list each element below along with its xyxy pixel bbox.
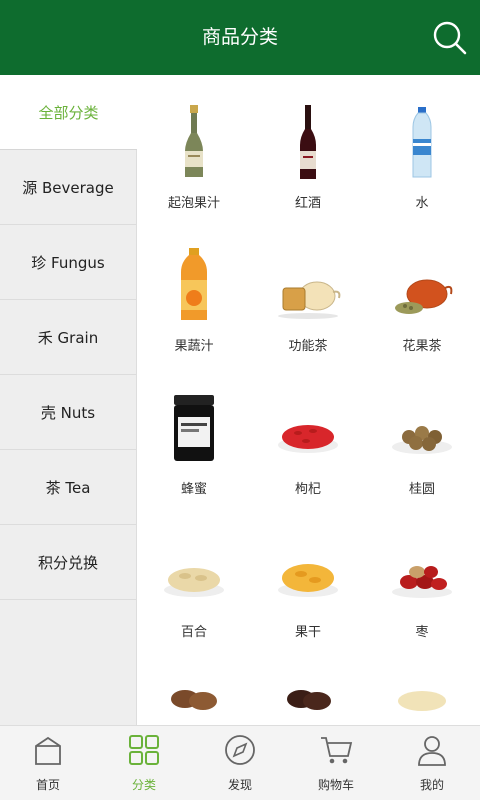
tab-label: 分类 — [131, 778, 156, 792]
sidebar-item-nuts[interactable]: 壳 Nuts — [0, 375, 136, 450]
product-fungus-partial[interactable] — [251, 675, 365, 725]
product-dates[interactable]: 枣 — [365, 532, 479, 675]
product-white-fungus-partial[interactable] — [365, 675, 479, 725]
tab-label: 发现 — [227, 778, 252, 792]
product-lily[interactable]: 百合 — [137, 532, 251, 675]
home-icon — [35, 736, 61, 765]
tab-category[interactable]: 分类 — [96, 726, 192, 800]
sparkling-juice-bottle-icon — [185, 105, 203, 177]
tab-label: 首页 — [35, 778, 60, 792]
product-grid-area: 起泡果汁 红酒 水 果蔬汁 功能茶 花果茶 蜂蜜 枸杞 桂圆 百合 果干 枣 — [137, 75, 480, 725]
product-longan[interactable]: 桂圆 — [365, 389, 479, 532]
compass-icon — [225, 735, 255, 765]
mushroom-icon — [171, 690, 217, 710]
product-label: 起泡果汁 — [167, 196, 220, 211]
product-red-wine[interactable]: 红酒 — [251, 103, 365, 246]
product-label: 百合 — [180, 625, 207, 640]
tab-profile[interactable]: 我的 — [384, 726, 480, 800]
sidebar-item-label: 壳 Nuts — [40, 403, 96, 422]
product-label: 花果茶 — [402, 339, 442, 354]
tab-label: 购物车 — [317, 778, 354, 792]
juice-bottle-icon — [181, 248, 207, 320]
tab-home[interactable]: 首页 — [0, 726, 96, 800]
sidebar-item-points[interactable]: 积分兑换 — [0, 525, 136, 600]
product-honey[interactable]: 蜂蜜 — [137, 389, 251, 532]
tab-cart[interactable]: 购物车 — [288, 726, 384, 800]
category-sidebar: 全部分类 源 Beverage 珍 Fungus 禾 Grain 壳 Nuts … — [0, 75, 137, 725]
sidebar-item-beverage[interactable]: 源 Beverage — [0, 150, 136, 225]
grid-icon — [129, 735, 159, 765]
product-goji[interactable]: 枸杞 — [251, 389, 365, 532]
bottom-tab-bar: 首页 分类 发现 购物车 我的 — [0, 725, 480, 800]
sidebar-item-grain[interactable]: 禾 Grain — [0, 300, 136, 375]
white-fungus-icon — [398, 691, 446, 711]
honey-jar-icon — [174, 395, 214, 461]
page-title: 商品分类 — [201, 26, 278, 48]
sidebar-item-label: 源 Beverage — [22, 178, 114, 197]
fruit-tea-pot-icon — [395, 279, 453, 314]
sidebar-item-tea[interactable]: 茶 Tea — [0, 450, 136, 525]
water-bottle-icon — [412, 107, 432, 178]
product-label: 果干 — [294, 625, 321, 640]
sidebar-item-fungus[interactable]: 珍 Fungus — [0, 225, 136, 300]
product-label: 功能茶 — [288, 339, 328, 354]
product-sparkling-juice[interactable]: 起泡果汁 — [137, 103, 251, 246]
product-dried-fruit[interactable]: 果干 — [251, 532, 365, 675]
sidebar-item-label: 全部分类 — [38, 103, 99, 122]
longan-icon — [392, 426, 452, 454]
sidebar-item-label: 禾 Grain — [37, 328, 99, 347]
sidebar-item-all[interactable]: 全部分类 — [0, 75, 137, 150]
tea-pot-cups-icon — [278, 281, 341, 319]
product-flower-tea[interactable]: 花果茶 — [365, 246, 479, 389]
product-label: 枣 — [415, 625, 429, 640]
product-label: 蜂蜜 — [180, 482, 207, 497]
red-dates-icon — [392, 566, 452, 598]
product-water[interactable]: 水 — [365, 103, 479, 246]
dried-lily-icon — [164, 568, 224, 597]
product-label: 枸杞 — [294, 482, 321, 497]
dried-fruit-icon — [278, 564, 338, 597]
red-wine-bottle-icon — [300, 105, 316, 179]
product-label: 红酒 — [294, 196, 321, 211]
header-bar: 商品分类 — [0, 0, 480, 75]
sidebar-item-label: 珍 Fungus — [31, 253, 105, 272]
sidebar-item-label: 茶 Tea — [45, 478, 91, 497]
tab-label: 我的 — [419, 778, 444, 792]
cart-icon — [321, 737, 353, 764]
black-fungus-icon — [287, 690, 331, 710]
user-icon — [418, 736, 446, 766]
product-label: 桂圆 — [408, 482, 435, 497]
app: 商品分类 全部分类 源 Beverage 珍 Fungus 禾 Grain 壳 … — [0, 0, 480, 800]
goji-berries-icon — [278, 425, 338, 453]
product-label: 水 — [415, 196, 429, 211]
search-icon[interactable] — [432, 20, 468, 56]
product-functional-tea[interactable]: 功能茶 — [251, 246, 365, 389]
product-label: 果蔬汁 — [174, 339, 214, 354]
product-veg-juice[interactable]: 果蔬汁 — [137, 246, 251, 389]
product-mushroom-partial[interactable] — [137, 675, 251, 725]
sidebar-item-label: 积分兑换 — [37, 553, 98, 572]
tab-discover[interactable]: 发现 — [192, 726, 288, 800]
